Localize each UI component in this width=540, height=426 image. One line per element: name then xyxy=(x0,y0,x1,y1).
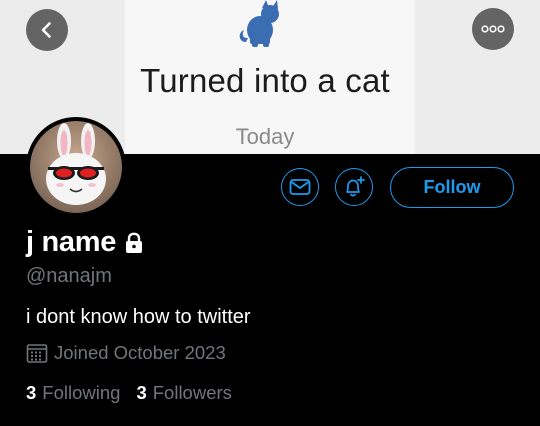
display-name-row: j name xyxy=(26,226,144,259)
user-handle: @nanajm xyxy=(26,265,112,287)
follow-button[interactable]: Follow xyxy=(390,167,514,208)
banner-title: Turned into a cat xyxy=(140,62,390,99)
profile-page: Turned into a cat Today Follow j name @n… xyxy=(0,0,540,426)
user-bio: i dont know how to twitter xyxy=(26,306,251,328)
cat-silhouette-icon xyxy=(239,0,279,47)
envelope-icon xyxy=(289,179,311,195)
bell-plus-icon xyxy=(346,176,365,197)
lock-icon xyxy=(124,232,144,254)
followers-label: Followers xyxy=(152,382,232,403)
following-label: Following xyxy=(42,382,121,403)
followers-count: 3 xyxy=(136,382,147,403)
following-stat[interactable]: 3 Following xyxy=(26,382,120,404)
joined-date-row: Joined October 2023 xyxy=(26,342,226,364)
message-button[interactable] xyxy=(281,168,319,206)
rabbit-with-sunglasses-avatar xyxy=(30,121,122,213)
avatar[interactable] xyxy=(26,117,126,217)
joined-date: Joined October 2023 xyxy=(54,342,226,363)
calendar-icon xyxy=(26,343,48,363)
following-count: 3 xyxy=(26,382,37,403)
more-options-button[interactable] xyxy=(472,8,514,50)
back-button[interactable] xyxy=(26,9,68,51)
display-name: j name xyxy=(26,226,117,258)
follow-stats: 3 Following 3 Followers xyxy=(26,382,248,404)
ellipsis-icon xyxy=(481,25,505,33)
chevron-left-icon xyxy=(41,22,51,38)
notifications-button[interactable] xyxy=(335,168,373,206)
followers-stat[interactable]: 3 Followers xyxy=(136,382,231,404)
